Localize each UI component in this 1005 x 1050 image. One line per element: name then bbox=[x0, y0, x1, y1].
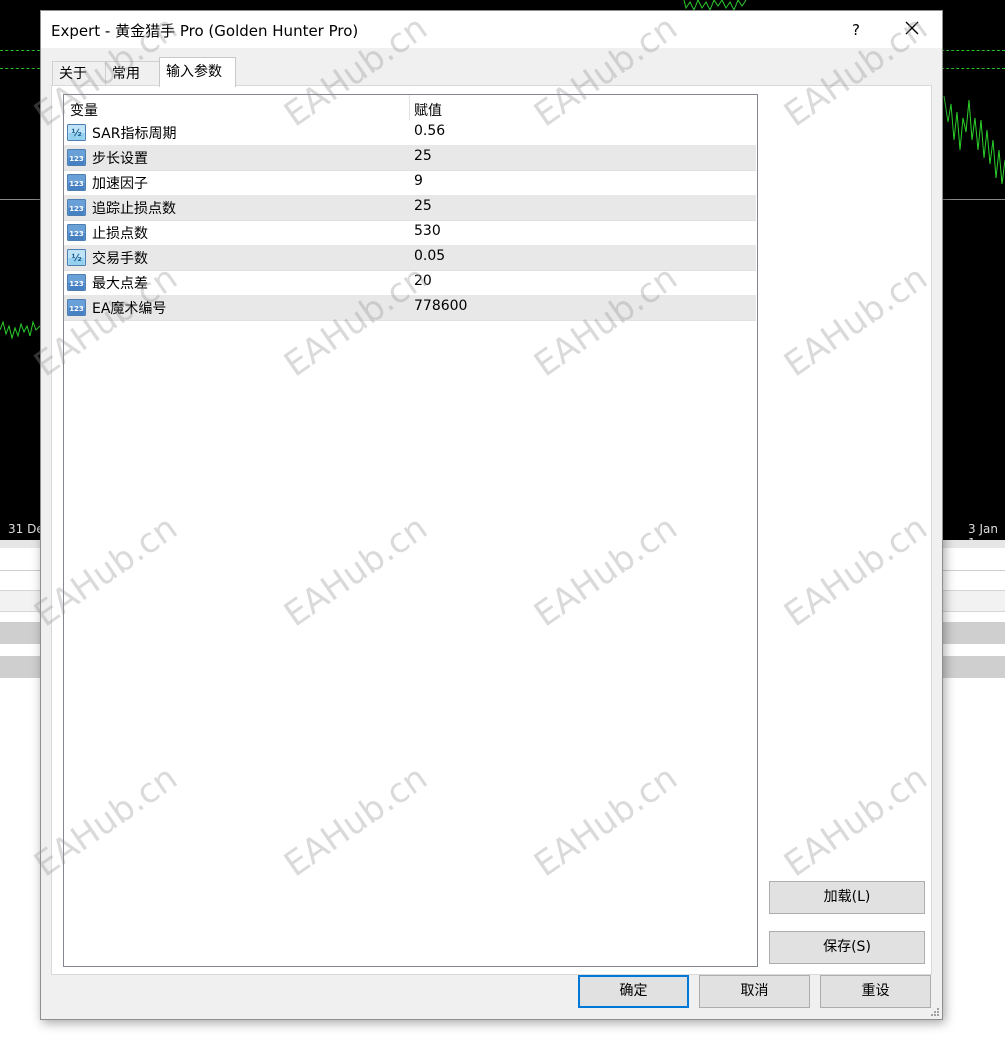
table-row[interactable]: 123 步长设置 25 bbox=[64, 145, 756, 171]
param-name: 交易手数 bbox=[92, 251, 148, 267]
resize-grip-icon[interactable] bbox=[930, 1007, 940, 1017]
cancel-button[interactable]: 取消 bbox=[699, 975, 810, 1008]
integer-type-icon: 123 bbox=[67, 174, 86, 191]
svg-text:½: ½ bbox=[71, 128, 81, 139]
title-bar[interactable]: Expert - 黄金猎手 Pro (Golden Hunter Pro) ? bbox=[41, 11, 942, 48]
param-name: EA魔术编号 bbox=[92, 301, 167, 317]
param-value[interactable]: 778600 bbox=[414, 298, 467, 314]
tab-inputs[interactable]: 输入参数 bbox=[159, 57, 236, 87]
column-separator[interactable] bbox=[409, 95, 410, 120]
svg-text:123: 123 bbox=[69, 305, 84, 313]
svg-text:½: ½ bbox=[71, 253, 81, 264]
inputs-grid: 变量 赋值 ½ SAR指标周期 0.56 123 步长设置 25 123 加速因子 9 123 追踪… bbox=[63, 94, 758, 967]
param-value[interactable]: 20 bbox=[414, 273, 432, 289]
svg-text:123: 123 bbox=[69, 280, 84, 288]
close-button[interactable] bbox=[894, 15, 930, 43]
param-value[interactable]: 530 bbox=[414, 223, 441, 239]
header-value[interactable]: 赋值 bbox=[414, 100, 442, 120]
tab-about[interactable]: 关于 bbox=[52, 61, 107, 86]
integer-type-icon: 123 bbox=[67, 224, 86, 241]
param-value[interactable]: 0.05 bbox=[414, 248, 445, 264]
param-value[interactable]: 25 bbox=[414, 148, 432, 164]
param-name: SAR指标周期 bbox=[92, 126, 177, 142]
param-value[interactable]: 9 bbox=[414, 173, 423, 189]
tab-common[interactable]: 常用 bbox=[105, 61, 160, 86]
load-button[interactable]: 加载(L) bbox=[769, 881, 925, 914]
chart-date-label: 31 De bbox=[8, 522, 44, 536]
integer-type-icon: 123 bbox=[67, 199, 86, 216]
window-title: Expert - 黄金猎手 Pro (Golden Hunter Pro) bbox=[51, 22, 359, 40]
table-row[interactable]: ½ 交易手数 0.05 bbox=[64, 245, 756, 271]
table-row[interactable]: 123 止损点数 530 bbox=[64, 220, 756, 246]
header-variable[interactable]: 变量 bbox=[70, 100, 98, 120]
svg-text:123: 123 bbox=[69, 180, 84, 188]
svg-text:123: 123 bbox=[69, 205, 84, 213]
expert-properties-dialog: Expert - 黄金猎手 Pro (Golden Hunter Pro) ? … bbox=[40, 10, 943, 1020]
save-button[interactable]: 保存(S) bbox=[769, 931, 925, 964]
close-icon bbox=[905, 21, 919, 35]
param-name: 止损点数 bbox=[92, 226, 148, 242]
param-name: 步长设置 bbox=[92, 151, 148, 167]
integer-type-icon: 123 bbox=[67, 149, 86, 166]
param-name: 加速因子 bbox=[92, 176, 148, 192]
grid-header: 变量 赋值 bbox=[64, 95, 757, 120]
integer-type-icon: 123 bbox=[67, 274, 86, 291]
table-row[interactable]: 123 追踪止损点数 25 bbox=[64, 195, 756, 221]
param-value[interactable]: 25 bbox=[414, 198, 432, 214]
inputs-panel: 变量 赋值 ½ SAR指标周期 0.56 123 步长设置 25 123 加速因子 9 123 追踪… bbox=[51, 85, 932, 975]
table-row[interactable]: 123 加速因子 9 bbox=[64, 170, 756, 196]
integer-type-icon: 123 bbox=[67, 299, 86, 316]
double-type-icon: ½ bbox=[67, 249, 86, 266]
ok-button[interactable]: 确定 bbox=[578, 975, 689, 1008]
table-row[interactable]: ½ SAR指标周期 0.56 bbox=[64, 120, 756, 146]
reset-button[interactable]: 重设 bbox=[820, 975, 931, 1008]
table-row[interactable]: 123 EA魔术编号 778600 bbox=[64, 295, 756, 321]
table-row[interactable]: 123 最大点差 20 bbox=[64, 270, 756, 296]
svg-text:123: 123 bbox=[69, 230, 84, 238]
param-value[interactable]: 0.56 bbox=[414, 123, 445, 139]
help-button[interactable]: ? bbox=[841, 17, 871, 43]
svg-text:123: 123 bbox=[69, 155, 84, 163]
param-name: 最大点差 bbox=[92, 276, 148, 292]
param-name: 追踪止损点数 bbox=[92, 201, 176, 217]
double-type-icon: ½ bbox=[67, 124, 86, 141]
